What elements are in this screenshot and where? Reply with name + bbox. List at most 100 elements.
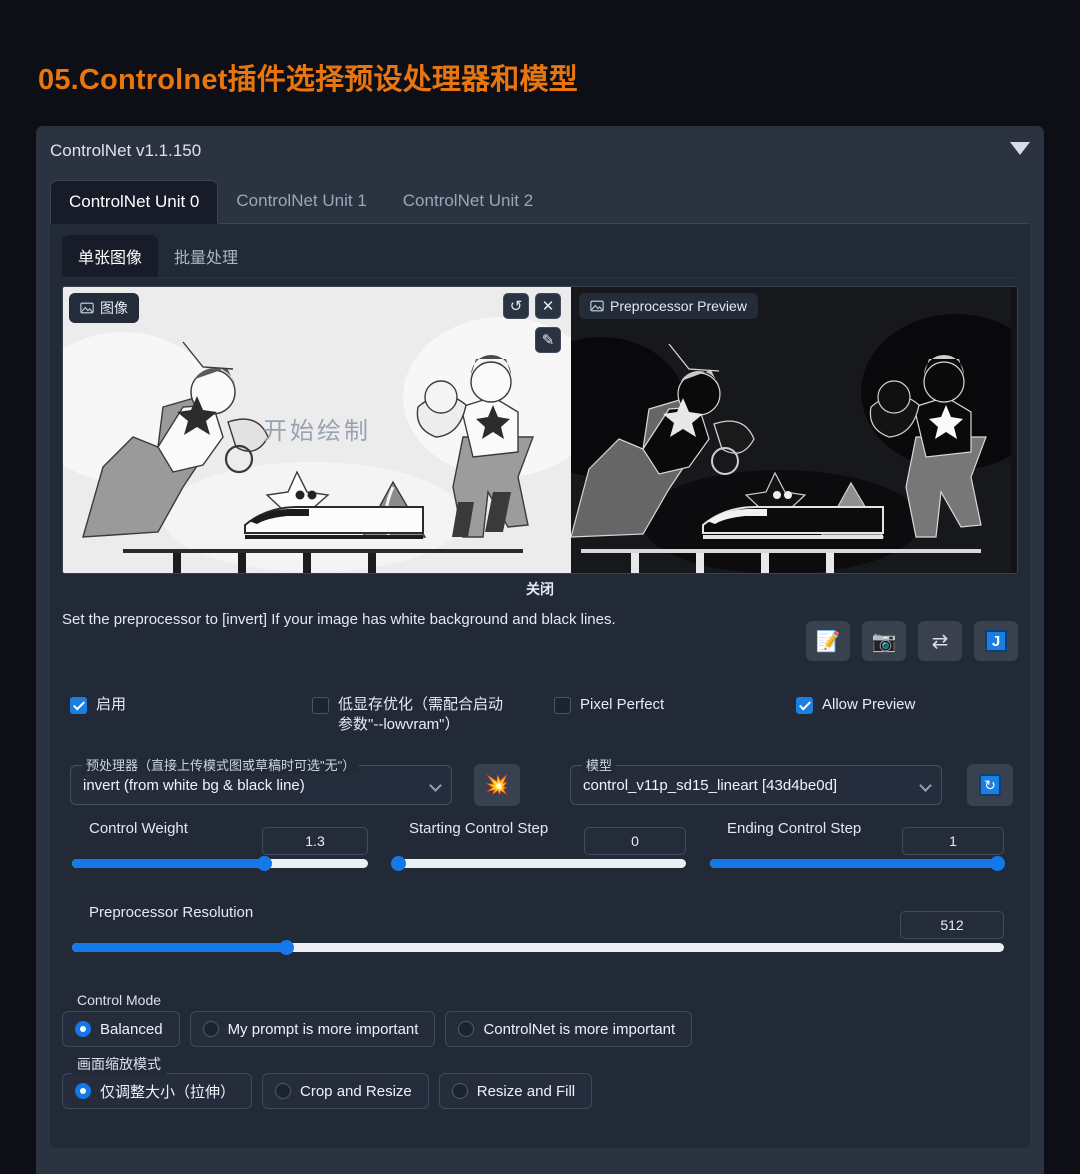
tab-label: ControlNet Unit 1 [236, 191, 367, 210]
control-mode-label: Control Mode [72, 992, 167, 1008]
slider-knob[interactable] [257, 856, 273, 871]
checkbox-label: Pixel Perfect [580, 696, 665, 713]
slider-fill [72, 859, 265, 868]
slider-track[interactable] [72, 940, 1004, 955]
j-icon: J [985, 630, 1007, 652]
picture-icon [590, 300, 604, 312]
refresh-models-button[interactable]: ↻ [967, 764, 1013, 806]
preprocessor-field: 预处理器（直接上传模式图或草稿时可选"无"） invert (from whit… [70, 755, 452, 805]
edit-note-button[interactable]: 📝 [806, 621, 850, 661]
slider-track[interactable] [391, 856, 686, 871]
radio-resize-only[interactable]: 仅调整大小（拉伸） [62, 1073, 253, 1109]
radio-resize-and-fill[interactable]: Resize and Fill [438, 1073, 593, 1109]
undo-icon[interactable]: ↺ [503, 293, 529, 319]
upload-j-button[interactable]: J [974, 621, 1018, 661]
radio-label: 仅调整大小（拉伸） [100, 1083, 236, 1101]
model-selection-row: 预处理器（直接上传模式图或草稿时可选"无"） invert (from whit… [62, 749, 1018, 813]
preprocessor-preview-canvas[interactable] [571, 287, 1017, 573]
page-title: 05.Controlnet插件选择预设处理器和模型 [38, 64, 578, 96]
slider-track[interactable] [72, 856, 368, 871]
checkbox-box[interactable] [70, 697, 87, 714]
tab-controlnet-unit-1[interactable]: ControlNet Unit 1 [218, 179, 384, 223]
radio-dot[interactable] [275, 1083, 292, 1099]
slider-track[interactable] [710, 856, 1005, 871]
model-dropdown[interactable]: control_v11p_sd15_lineart [43d4be0d] [570, 765, 942, 805]
picture-icon [80, 302, 94, 314]
preprocessor-label: 预处理器（直接上传模式图或草稿时可选"无"） [82, 755, 360, 774]
checkbox-box[interactable] [554, 697, 571, 714]
tab-label: ControlNet Unit 0 [69, 192, 200, 211]
controlnet-panel: ControlNet v1.1.150 ControlNet Unit 0 Co… [36, 126, 1044, 1174]
swap-arrows-icon: ⇄ [931, 630, 949, 653]
slider-knob[interactable] [279, 940, 295, 955]
options-checkbox-row: 启用 低显存优化（需配合启动参数"--lowvram"） Pixel Perfe… [62, 687, 1018, 743]
slider-value[interactable]: 1.3 [262, 827, 368, 855]
sliders-row-2: Preprocessor Resolution 512 [62, 904, 1018, 975]
radio-label: Balanced [100, 1020, 163, 1038]
unit-tab-bar: ControlNet Unit 0 ControlNet Unit 1 Cont… [50, 178, 1030, 224]
checkbox-lowvram[interactable]: 低显存优化（需配合启动参数"--lowvram"） [312, 695, 512, 736]
radio-crop-and-resize[interactable]: Crop and Resize [262, 1073, 429, 1109]
checkbox-box[interactable] [312, 697, 329, 714]
preprocessor-preview-label: Preprocessor Preview [610, 298, 747, 314]
radio-controlnet-important[interactable]: ControlNet is more important [445, 1011, 693, 1047]
radio-my-prompt-important[interactable]: My prompt is more important [189, 1011, 436, 1047]
slider-label: Ending Control Step [722, 820, 867, 837]
preprocessor-preview-chip: Preprocessor Preview [579, 293, 758, 319]
image-chip-label: 图像 [100, 300, 128, 316]
model-label: 模型 [582, 755, 617, 774]
model-value: control_v11p_sd15_lineart [43d4be0d] [583, 776, 838, 794]
edit-note-icon: 📝 [815, 630, 841, 653]
radio-dot[interactable] [75, 1021, 91, 1037]
tab-controlnet-unit-2[interactable]: ControlNet Unit 2 [385, 179, 551, 223]
sub-tab-bar: 单张图像 批量处理 [62, 234, 1018, 278]
slider-value[interactable]: 0 [584, 827, 686, 855]
radio-dot[interactable] [451, 1083, 468, 1099]
close-icon[interactable]: ✕ [535, 293, 561, 319]
slider-label: Control Weight [84, 820, 193, 837]
preview-illustration [571, 287, 1017, 573]
checkbox-label: 低显存优化（需配合启动参数"--lowvram"） [338, 696, 504, 734]
source-image-canvas[interactable]: 开始绘制 ↺ ✕ ✎ [63, 287, 571, 573]
camera-icon: 📷 [871, 630, 897, 653]
explosion-icon: 💥 [485, 775, 509, 796]
checkbox-label: 启用 [96, 696, 127, 713]
camera-button[interactable]: 📷 [862, 621, 906, 661]
run-preprocessor-button[interactable]: 💥 [474, 764, 520, 806]
resize-mode-label: 画面缩放模式 [72, 1054, 166, 1074]
tab-controlnet-unit-0[interactable]: ControlNet Unit 0 [50, 180, 219, 224]
canvas-toolbar: ↺ ✕ [503, 293, 561, 319]
checkbox-box[interactable] [796, 697, 813, 714]
chevron-down-icon [429, 779, 442, 792]
refresh-icon: ↻ [979, 774, 1001, 796]
slider-knob[interactable] [391, 856, 406, 871]
radio-label: Crop and Resize [300, 1082, 412, 1100]
checkbox-enable[interactable]: 启用 [70, 695, 126, 715]
pen-icon[interactable]: ✎ [535, 327, 561, 353]
chevron-down-icon[interactable] [1010, 142, 1030, 155]
checkbox-allow-preview[interactable]: Allow Preview [796, 695, 915, 715]
sub-tab-label: 单张图像 [78, 250, 143, 267]
tab-label: ControlNet Unit 2 [402, 191, 534, 210]
radio-dot[interactable] [75, 1083, 91, 1099]
control-mode-options: Balanced My prompt is more important Con… [62, 1001, 1018, 1047]
radio-dot[interactable] [202, 1021, 219, 1037]
close-preview-label[interactable]: 关闭 [62, 579, 1018, 599]
hint-row: Set the preprocessor to [invert] If your… [62, 607, 1018, 669]
slider-label: Starting Control Step [404, 820, 554, 837]
sub-tab-label: 批量处理 [174, 250, 239, 267]
slider-value[interactable]: 512 [900, 911, 1004, 939]
swap-button[interactable]: ⇄ [918, 621, 962, 661]
radio-label: Resize and Fill [476, 1082, 576, 1100]
radio-dot[interactable] [458, 1021, 475, 1037]
radio-balanced[interactable]: Balanced [62, 1011, 180, 1047]
image-tool-buttons: 📝 📷 ⇄ J [806, 621, 1018, 661]
slider-fill [710, 859, 1004, 868]
slider-value[interactable]: 1 [902, 827, 1004, 855]
checkbox-pixel-perfect[interactable]: Pixel Perfect [554, 695, 664, 715]
tab-single-image[interactable]: 单张图像 [62, 235, 159, 277]
controlnet-version-label: ControlNet v1.1.150 [50, 141, 202, 160]
tab-batch-process[interactable]: 批量处理 [158, 235, 254, 277]
preprocessor-value: invert (from white bg & black line) [83, 776, 305, 794]
slider-knob[interactable] [990, 856, 1005, 871]
